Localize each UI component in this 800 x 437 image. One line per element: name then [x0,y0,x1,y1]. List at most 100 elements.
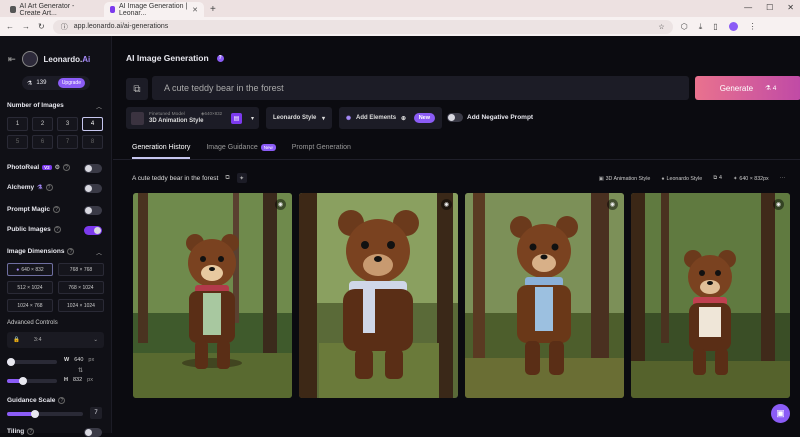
window-controls: — ☐ ✕ [744,3,794,12]
sidepanel-icon[interactable]: ▯ [713,22,717,31]
teddy-bear-image [299,193,458,398]
dimension-option[interactable]: 768 × 768 [58,263,104,276]
extension-icon[interactable]: ⬡ [681,22,688,31]
generated-image[interactable]: ◉ [465,193,624,398]
eye-icon[interactable]: ◉ [441,199,452,210]
add-elements-button[interactable]: ✺ Add Elements ⊕ New [339,107,442,129]
image-count-icon: ⧉ [713,175,717,181]
model-thumbnail [131,111,144,125]
eye-icon[interactable]: ◉ [773,199,784,210]
model-selector[interactable]: Finetuned Model 3D Animation Style ◈640×… [126,107,259,129]
guidance-value[interactable]: 7 [90,407,102,419]
num-option-selected[interactable]: 4 [82,117,103,131]
browser-tab-title: AI Art Generator - Create Art... [19,2,75,17]
tab-prompt-generation[interactable]: Prompt Generation [292,144,351,159]
token-balance: ⚗ 139 Upgrade [22,76,90,90]
tab-generation-history[interactable]: Generation History [132,144,191,159]
width-field[interactable]: W 640 px [64,357,94,363]
lock-icon[interactable]: 🔒 [13,337,20,343]
close-tab-icon[interactable]: ✕ [192,6,198,14]
dimension-option[interactable]: 512 × 1024 [7,281,53,294]
address-bar[interactable]: ⓘ app.leonardo.ai/ai-generations ☆ [52,19,673,34]
info-icon[interactable]: ? [27,428,35,435]
prompt-input[interactable]: A cute teddy bear in the forest [152,76,689,100]
dimension-option-selected[interactable]: ● 640 × 832 [7,263,53,276]
guidance-scale-label: Guidance Scale [7,397,56,404]
generated-image[interactable]: ◉ [631,193,790,398]
generated-image[interactable]: ◉ [133,193,292,398]
generate-cost: ⚗ 4 [765,85,777,92]
browser-tab-active[interactable]: AI Image Generation | Leonar... ✕ [104,2,204,17]
help-icon[interactable]: ? [216,54,224,62]
slider-knob[interactable] [19,377,27,385]
slider-knob[interactable] [31,410,39,418]
num-option[interactable]: 7 [57,135,78,149]
download-icon[interactable]: ⤓ [699,22,703,32]
info-icon[interactable]: ? [52,206,60,213]
dimension-option[interactable]: 1024 × 1024 [58,299,104,312]
maximize-icon[interactable]: ☐ [766,3,773,12]
browser-tab[interactable]: AI Art Generator - Create Art... [4,2,100,17]
browser-tab-title: AI Image Generation | Leonar... [118,2,188,17]
info-icon[interactable]: ? [67,248,75,255]
minimize-icon[interactable]: — [744,3,752,12]
collapse-arrow-icon[interactable]: ⇤ [8,54,16,65]
new-badge: New [260,144,276,151]
height-value[interactable]: 832 [73,377,82,383]
copy-icon[interactable]: ⧉ [225,175,229,182]
more-options-icon[interactable]: ⋯ [780,176,785,182]
close-window-icon[interactable]: ✕ [787,3,794,12]
upgrade-button[interactable]: Upgrade [57,78,85,88]
more-up-icon[interactable]: ✦ [236,173,247,183]
width-slider[interactable] [7,358,57,366]
slider-knob[interactable] [7,358,15,366]
num-option[interactable]: 3 [57,117,78,131]
info-icon[interactable]: ? [53,226,61,233]
generate-button[interactable]: Generate ⚗ 4 [695,76,800,100]
alchemy-flask-icon: ⚗ [37,185,43,191]
eye-icon[interactable]: ◉ [607,199,618,210]
profile-avatar-icon[interactable] [728,22,738,31]
reload-icon[interactable]: ↻ [38,22,45,31]
settings-icon[interactable]: ⚙ [55,164,60,171]
negative-prompt-toggle[interactable] [447,113,463,122]
guidance-slider[interactable] [7,410,83,418]
dimension-option[interactable]: 768 × 1024 [58,281,104,294]
public-images-toggle[interactable] [84,226,102,235]
prompt-magic-toggle[interactable] [84,206,102,215]
num-option[interactable]: 1 [7,117,28,131]
num-option[interactable]: 6 [32,135,53,149]
info-icon[interactable]: ? [63,164,71,171]
num-option[interactable]: 5 [7,135,28,149]
bookmark-star-icon[interactable]: ☆ [658,23,664,31]
chat-support-button[interactable]: ▣ [771,404,790,423]
site-info-icon[interactable]: ⓘ [61,22,68,32]
tab-image-guidance[interactable]: Image Guidance New [206,144,276,159]
photoreal-toggle[interactable] [84,164,102,173]
num-option[interactable]: 8 [82,135,103,149]
num-option[interactable]: 2 [32,117,53,131]
model-picker-icon[interactable]: ▤ [230,112,242,124]
prompt-tools-icon[interactable]: ⧉ [126,78,148,100]
style-selector[interactable]: Leonardo Style ▾ [266,107,332,129]
height-slider[interactable] [7,377,57,385]
url-text: app.leonardo.ai/ai-generations [73,23,169,30]
height-field[interactable]: H 832 px [64,377,93,383]
generated-image[interactable]: ◉ [299,193,458,398]
chevron-down-icon[interactable]: ▾ [251,115,254,122]
back-icon[interactable]: ← [6,22,14,31]
forward-icon[interactable]: → [22,22,30,31]
unit-label: px [87,377,93,383]
dimension-option[interactable]: 1024 × 768 [7,299,53,312]
menu-icon[interactable]: ⋮ [749,22,757,31]
width-value[interactable]: 640 [74,357,83,363]
chevron-up-icon[interactable]: ︿ [96,102,102,111]
swap-icon[interactable]: ⇅ [78,367,83,374]
eye-icon[interactable]: ◉ [275,199,286,210]
aspect-ratio-select[interactable]: 🔒 3:4 ⌄ [7,332,104,348]
new-tab-icon[interactable]: + [210,2,216,17]
alchemy-toggle[interactable] [84,184,102,193]
info-icon[interactable]: ? [58,397,66,404]
chevron-up-icon[interactable]: ︿ [96,248,102,257]
info-icon[interactable]: ? [45,184,53,191]
